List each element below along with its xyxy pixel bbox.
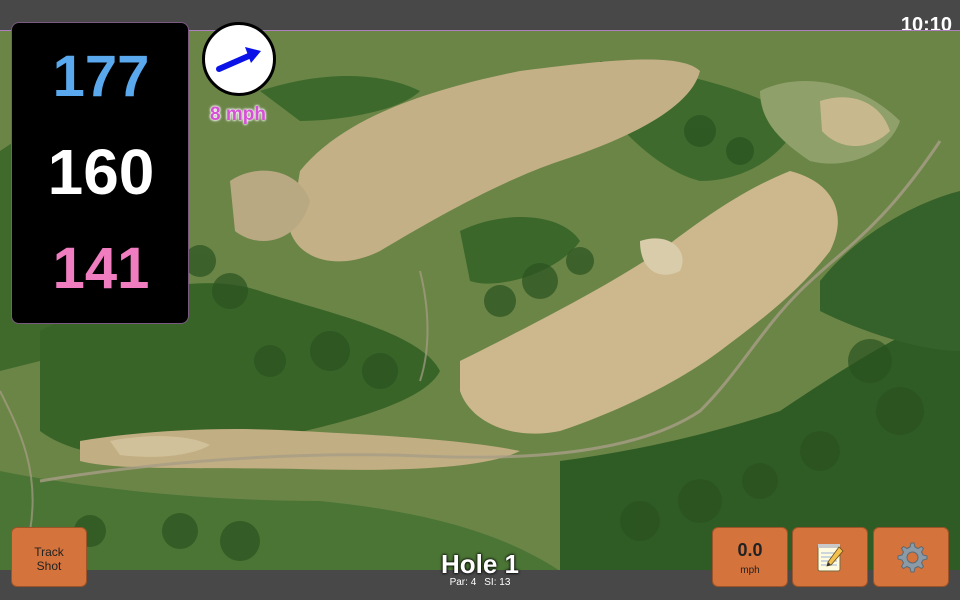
speed-button[interactable]: 0.0 mph [712, 527, 788, 587]
middle-distance: 160 [47, 136, 155, 208]
back-distance: 177 [52, 44, 150, 109]
wind-indicator [202, 22, 276, 96]
notes-button[interactable] [792, 527, 868, 587]
app-screen: 10:10 177 160 141 8 mph Track Shot Hole … [0, 0, 960, 600]
settings-button[interactable] [873, 527, 949, 587]
gear-icon [897, 542, 928, 573]
hole-title: Hole 1 [440, 549, 520, 579]
hole-par: Par: 4 [449, 577, 477, 588]
distance-panel: 177 160 141 [11, 22, 189, 324]
track-shot-button[interactable]: Track Shot [11, 527, 87, 587]
speed-value: 0.0 [737, 540, 763, 560]
wind-direction-arrow-icon [216, 47, 261, 72]
hole-info: Par: 4 SI: 13 [380, 577, 580, 588]
speed-unit: mph [740, 565, 760, 576]
front-distance: 141 [52, 236, 150, 301]
notepad-icon [817, 544, 844, 572]
track-shot-label-line2: Shot [36, 559, 62, 573]
track-shot-label-line1: Track [34, 545, 64, 559]
wind-speed: 8 mph [210, 104, 266, 125]
hole-stroke-index: SI: 13 [484, 577, 511, 588]
